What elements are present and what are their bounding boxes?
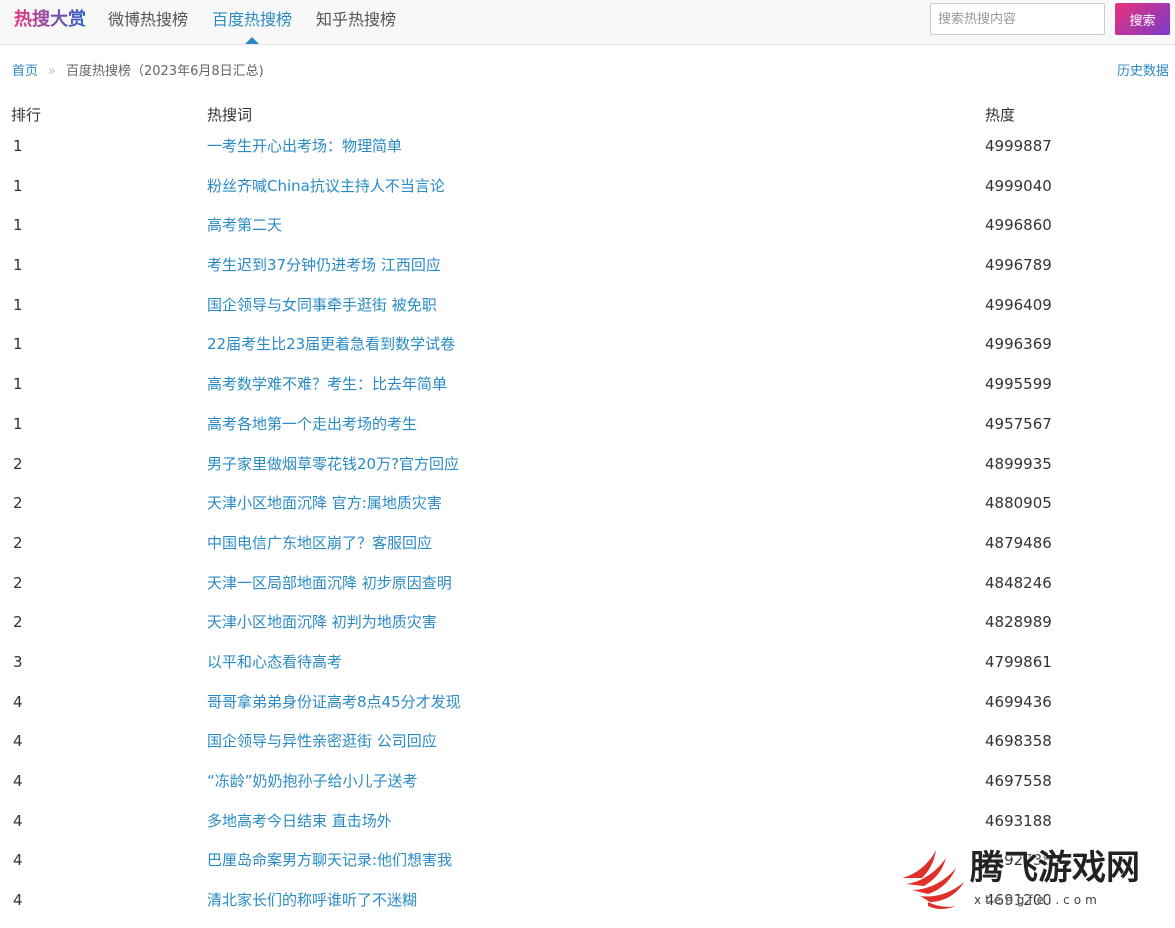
row-hot-word-link[interactable]: 高考数学难不难？考生：比去年简单 [207,372,447,396]
row-heat: 4698358 [985,732,1052,751]
row-hot-word-link[interactable]: 中国电信广东地区崩了？客服回应 [207,531,432,555]
table-row: 4 巴厘岛命案男方聊天记录:他们想害我 4692738 [0,848,1175,888]
table-row: 1 考生迟到37分钟仍进考场 江西回应 4996789 [0,253,1175,293]
table-row: 4 哥哥拿弟弟身份证高考8点45分才发现 4699436 [0,690,1175,730]
hot-search-table: 排行 热搜词 热度 1 一考生开心出考场：物理简单 4999887 1 粉丝齐喊Chin… [0,96,1175,928]
row-rank: 4 [13,851,23,870]
tab-baidu-hot[interactable]: 百度热搜榜 [200,0,304,44]
tab-zhihu-hot[interactable]: 知乎热搜榜 [304,0,408,44]
row-rank: 2 [13,573,23,592]
row-hot-word-link[interactable]: 男子家里做烟草零花钱20万?官方回应 [207,452,459,476]
breadcrumb-home-link[interactable]: 首页 [12,64,38,79]
row-hot-word-link[interactable]: 以平和心态看待高考 [207,650,342,674]
row-rank: 2 [13,613,23,632]
row-heat: 4799861 [985,652,1052,671]
row-rank: 4 [13,732,23,751]
row-rank: 3 [13,652,23,671]
table-row: 2 天津小区地面沉降 官方:属地质灾害 4880905 [0,491,1175,531]
table-row: 2 中国电信广东地区崩了？客服回应 4879486 [0,531,1175,571]
row-heat: 4996789 [985,256,1052,275]
row-heat: 4848246 [985,573,1052,592]
row-rank: 1 [13,256,23,275]
row-hot-word-link[interactable]: 天津小区地面沉降 官方:属地质灾害 [207,491,442,515]
row-rank: 1 [13,137,23,155]
row-hot-word-link[interactable]: 粉丝齐喊China抗议主持人不当言论 [207,174,445,198]
row-hot-word-link[interactable]: 天津一区局部地面沉降 初步原因查明 [207,571,452,595]
row-rank: 1 [13,295,23,314]
table-row: 4 国企领导与异性亲密逛街 公司回应 4698358 [0,729,1175,769]
table-row: 2 天津一区局部地面沉降 初步原因查明 4848246 [0,571,1175,611]
row-rank: 1 [13,176,23,195]
row-heat: 4996369 [985,335,1052,354]
row-heat: 4692738 [985,851,1052,870]
row-heat: 4899935 [985,454,1052,473]
row-hot-word-link[interactable]: 清北家长们的称呼谁听了不迷糊 [207,888,417,912]
row-heat: 4957567 [985,414,1052,433]
row-rank: 4 [13,692,23,711]
table-row: 4 “冻龄”奶奶抱孙子给小儿子送考 4697558 [0,769,1175,809]
row-rank: 1 [13,216,23,235]
row-heat: 4697558 [985,772,1052,790]
table-row: 1 一考生开心出考场：物理简单 4999887 [0,134,1175,174]
table-row: 4 清北家长们的称呼谁听了不迷糊 4691200 [0,888,1175,928]
row-heat: 4879486 [985,533,1052,552]
breadcrumb: 首页 » 百度热搜榜（2023年6月8日汇总) [12,62,264,82]
table-row: 1 高考数学难不难？考生：比去年简单 4995599 [0,372,1175,412]
header-rank: 排行 [11,106,42,124]
row-heat: 4828989 [985,613,1052,632]
search-input[interactable] [930,3,1105,35]
history-data-link[interactable]: 历史数据 [1117,62,1169,82]
row-rank: 1 [13,414,23,433]
top-navbar: 热搜大赏 微博热搜榜 百度热搜榜 知乎热搜榜 搜索 [0,0,1175,45]
row-rank: 4 [13,891,23,910]
row-hot-word-link[interactable]: 哥哥拿弟弟身份证高考8点45分才发现 [207,690,461,714]
row-rank: 2 [13,494,23,513]
row-heat: 4880905 [985,494,1052,513]
row-rank: 1 [13,335,23,354]
row-heat: 4995599 [985,375,1052,394]
row-hot-word-link[interactable]: 考生迟到37分钟仍进考场 江西回应 [207,253,441,277]
row-heat: 4691200 [985,891,1052,910]
row-hot-word-link[interactable]: 高考第二天 [207,213,282,237]
row-heat: 4999887 [985,137,1052,155]
row-hot-word-link[interactable]: 22届考生比23届更着急看到数学试卷 [207,332,455,356]
row-heat: 4996409 [985,295,1052,314]
row-hot-word-link[interactable]: 一考生开心出考场：物理简单 [207,134,402,158]
row-heat: 4999040 [985,176,1052,195]
header-word: 热搜词 [207,106,253,124]
row-rank: 4 [13,811,23,830]
row-hot-word-link[interactable]: 天津小区地面沉降 初判为地质灾害 [207,610,437,634]
site-logo[interactable]: 热搜大赏 [14,9,86,31]
row-rank: 2 [13,533,23,552]
row-heat: 4996860 [985,216,1052,235]
row-heat: 4693188 [985,811,1052,830]
row-hot-word-link[interactable]: 国企领导与女同事牵手逛街 被免职 [207,293,437,317]
table-row: 1 国企领导与女同事牵手逛街 被免职 4996409 [0,293,1175,333]
table-row: 1 高考第二天 4996860 [0,213,1175,253]
table-row: 1 22届考生比23届更着急看到数学试卷 4996369 [0,332,1175,372]
table-row: 2 男子家里做烟草零花钱20万?官方回应 4899935 [0,452,1175,492]
table-header: 排行 热搜词 热度 [0,96,1175,134]
row-rank: 1 [13,375,23,394]
breadcrumb-current: 百度热搜榜（2023年6月8日汇总) [65,64,264,79]
header-heat: 热度 [985,106,1016,124]
row-hot-word-link[interactable]: 国企领导与异性亲密逛街 公司回应 [207,729,437,753]
row-rank: 4 [13,772,23,790]
row-hot-word-link[interactable]: “冻龄”奶奶抱孙子给小儿子送考 [207,769,418,793]
breadcrumb-separator: » [48,64,56,79]
search-button[interactable]: 搜索 [1115,3,1170,35]
row-hot-word-link[interactable]: 巴厘岛命案男方聊天记录:他们想害我 [207,848,452,872]
row-heat: 4699436 [985,692,1052,711]
row-hot-word-link[interactable]: 多地高考今日结束 直击场外 [207,809,392,833]
table-row: 1 高考各地第一个走出考场的考生 4957567 [0,412,1175,452]
table-body: 1 一考生开心出考场：物理简单 4999887 1 粉丝齐喊China抗议主持人不当言论… [0,134,1175,928]
table-row: 2 天津小区地面沉降 初判为地质灾害 4828989 [0,610,1175,650]
nav-tabs: 微博热搜榜 百度热搜榜 知乎热搜榜 [96,0,408,44]
tab-weibo-hot[interactable]: 微博热搜榜 [96,0,200,44]
table-row: 4 多地高考今日结束 直击场外 4693188 [0,809,1175,849]
table-row: 1 粉丝齐喊China抗议主持人不当言论 4999040 [0,174,1175,214]
row-hot-word-link[interactable]: 高考各地第一个走出考场的考生 [207,412,417,436]
table-row: 3 以平和心态看待高考 4799861 [0,650,1175,690]
row-rank: 2 [13,454,23,473]
